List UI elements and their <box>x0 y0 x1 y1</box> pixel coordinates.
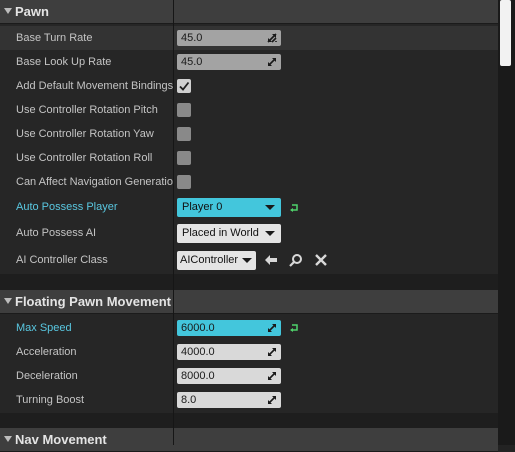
field-value: 45.0 <box>181 56 203 68</box>
row-auto-possess-ai: Auto Possess AI Placed in World <box>0 221 498 246</box>
details-panel: Pawn Base Turn Rate 45.0 Base Look Up Ra… <box>0 0 498 452</box>
field-value: 6000.0 <box>181 322 215 334</box>
scrollbar-thumb[interactable] <box>500 0 511 66</box>
drag-handle-icon[interactable] <box>267 33 277 43</box>
column-divider[interactable] <box>173 0 174 445</box>
dropdown-value: Placed in World <box>182 227 259 239</box>
category-floating-pawn-movement[interactable]: Floating Pawn Movement <box>0 290 498 314</box>
row-acceleration: Acceleration 4000.0 <box>0 340 498 364</box>
row-turning-boost: Turning Boost 8.0 <box>0 388 498 412</box>
row-can-affect-navigation: Can Affect Navigation Generation <box>0 170 498 194</box>
property-label: Use Controller Rotation Roll <box>16 152 153 164</box>
browse-magnifier-icon[interactable] <box>289 253 303 267</box>
property-label: Auto Possess AI <box>16 227 97 239</box>
drag-handle-icon[interactable] <box>267 57 277 67</box>
base-turn-rate-field[interactable]: 45.0 <box>177 30 281 46</box>
category-nav-movement[interactable]: Nav Movement <box>0 428 498 452</box>
field-value: 45.0 <box>181 32 203 44</box>
row-base-turn-rate: Base Turn Rate 45.0 <box>0 26 498 50</box>
use-controller-yaw-checkbox[interactable] <box>177 127 191 141</box>
row-add-default-bindings: Add Default Movement Bindings <box>0 74 498 98</box>
deceleration-field[interactable]: 8000.0 <box>177 368 281 384</box>
auto-possess-player-dropdown[interactable]: Player 0 <box>177 198 281 217</box>
collapse-arrow-icon[interactable] <box>4 298 12 304</box>
ai-controller-class-dropdown[interactable]: AIController <box>177 251 256 270</box>
property-label: AI Controller Class <box>16 254 108 266</box>
row-use-controller-yaw: Use Controller Rotation Yaw <box>0 122 498 146</box>
auto-possess-ai-dropdown[interactable]: Placed in World <box>177 224 281 243</box>
property-label: Turning Boost <box>16 394 85 406</box>
checkmark-icon <box>179 81 190 91</box>
row-use-controller-pitch: Use Controller Rotation Pitch <box>0 98 498 122</box>
property-label: Base Turn Rate <box>16 32 93 44</box>
property-label: Can Affect Navigation Generation <box>16 176 173 188</box>
row-auto-possess-player: Auto Possess Player Player 0 <box>0 195 498 220</box>
dropdown-value: Player 0 <box>182 201 223 213</box>
row-max-speed: Max Speed 6000.0 <box>0 316 498 340</box>
category-pawn[interactable]: Pawn <box>0 0 498 24</box>
chevron-down-icon <box>242 258 252 263</box>
use-controller-roll-checkbox[interactable] <box>177 151 191 165</box>
property-label: Use Controller Rotation Pitch <box>16 104 158 116</box>
property-label: Use Controller Rotation Yaw <box>16 128 154 140</box>
dropdown-value: AIController <box>180 254 239 266</box>
collapse-arrow-icon[interactable] <box>4 8 12 14</box>
field-value: 4000.0 <box>181 346 215 358</box>
turning-boost-field[interactable]: 8.0 <box>177 392 281 408</box>
row-ai-controller-class: AI Controller Class AIController <box>0 247 498 273</box>
property-label: Base Look Up Rate <box>16 56 112 68</box>
property-label: Auto Possess Player <box>16 201 118 213</box>
field-value: 8000.0 <box>181 370 215 382</box>
category-title: Floating Pawn Movement <box>15 294 172 309</box>
drag-handle-icon[interactable] <box>267 395 277 405</box>
vertical-scrollbar[interactable] <box>498 0 515 445</box>
drag-handle-icon[interactable] <box>267 347 277 357</box>
chevron-down-icon <box>265 205 275 210</box>
property-label: Acceleration <box>16 346 77 358</box>
category-gap <box>0 413 498 428</box>
drag-handle-icon[interactable] <box>267 371 277 381</box>
property-label: Deceleration <box>16 370 78 382</box>
property-label: Max Speed <box>16 322 72 334</box>
add-default-bindings-checkbox[interactable] <box>177 79 191 93</box>
row-use-controller-roll: Use Controller Rotation Roll <box>0 146 498 170</box>
row-base-look-up-rate: Base Look Up Rate 45.0 <box>0 50 498 74</box>
can-affect-navigation-checkbox[interactable] <box>177 175 191 189</box>
property-label: Add Default Movement Bindings <box>16 80 173 92</box>
collapse-arrow-icon[interactable] <box>4 436 12 442</box>
field-value: 8.0 <box>181 394 197 406</box>
reset-to-default-icon[interactable] <box>289 203 299 213</box>
drag-handle-icon[interactable] <box>267 323 277 333</box>
base-look-up-rate-field[interactable]: 45.0 <box>177 54 281 70</box>
clear-x-icon[interactable] <box>314 253 328 267</box>
use-controller-pitch-checkbox[interactable] <box>177 103 191 117</box>
acceleration-field[interactable]: 4000.0 <box>177 344 281 360</box>
category-title: Pawn <box>15 4 49 19</box>
category-gap <box>0 274 498 290</box>
reset-to-default-icon[interactable] <box>289 323 299 333</box>
use-selected-arrow-icon[interactable] <box>264 253 278 267</box>
max-speed-field[interactable]: 6000.0 <box>177 320 281 336</box>
chevron-down-icon <box>265 231 275 236</box>
row-deceleration: Deceleration 8000.0 <box>0 364 498 388</box>
